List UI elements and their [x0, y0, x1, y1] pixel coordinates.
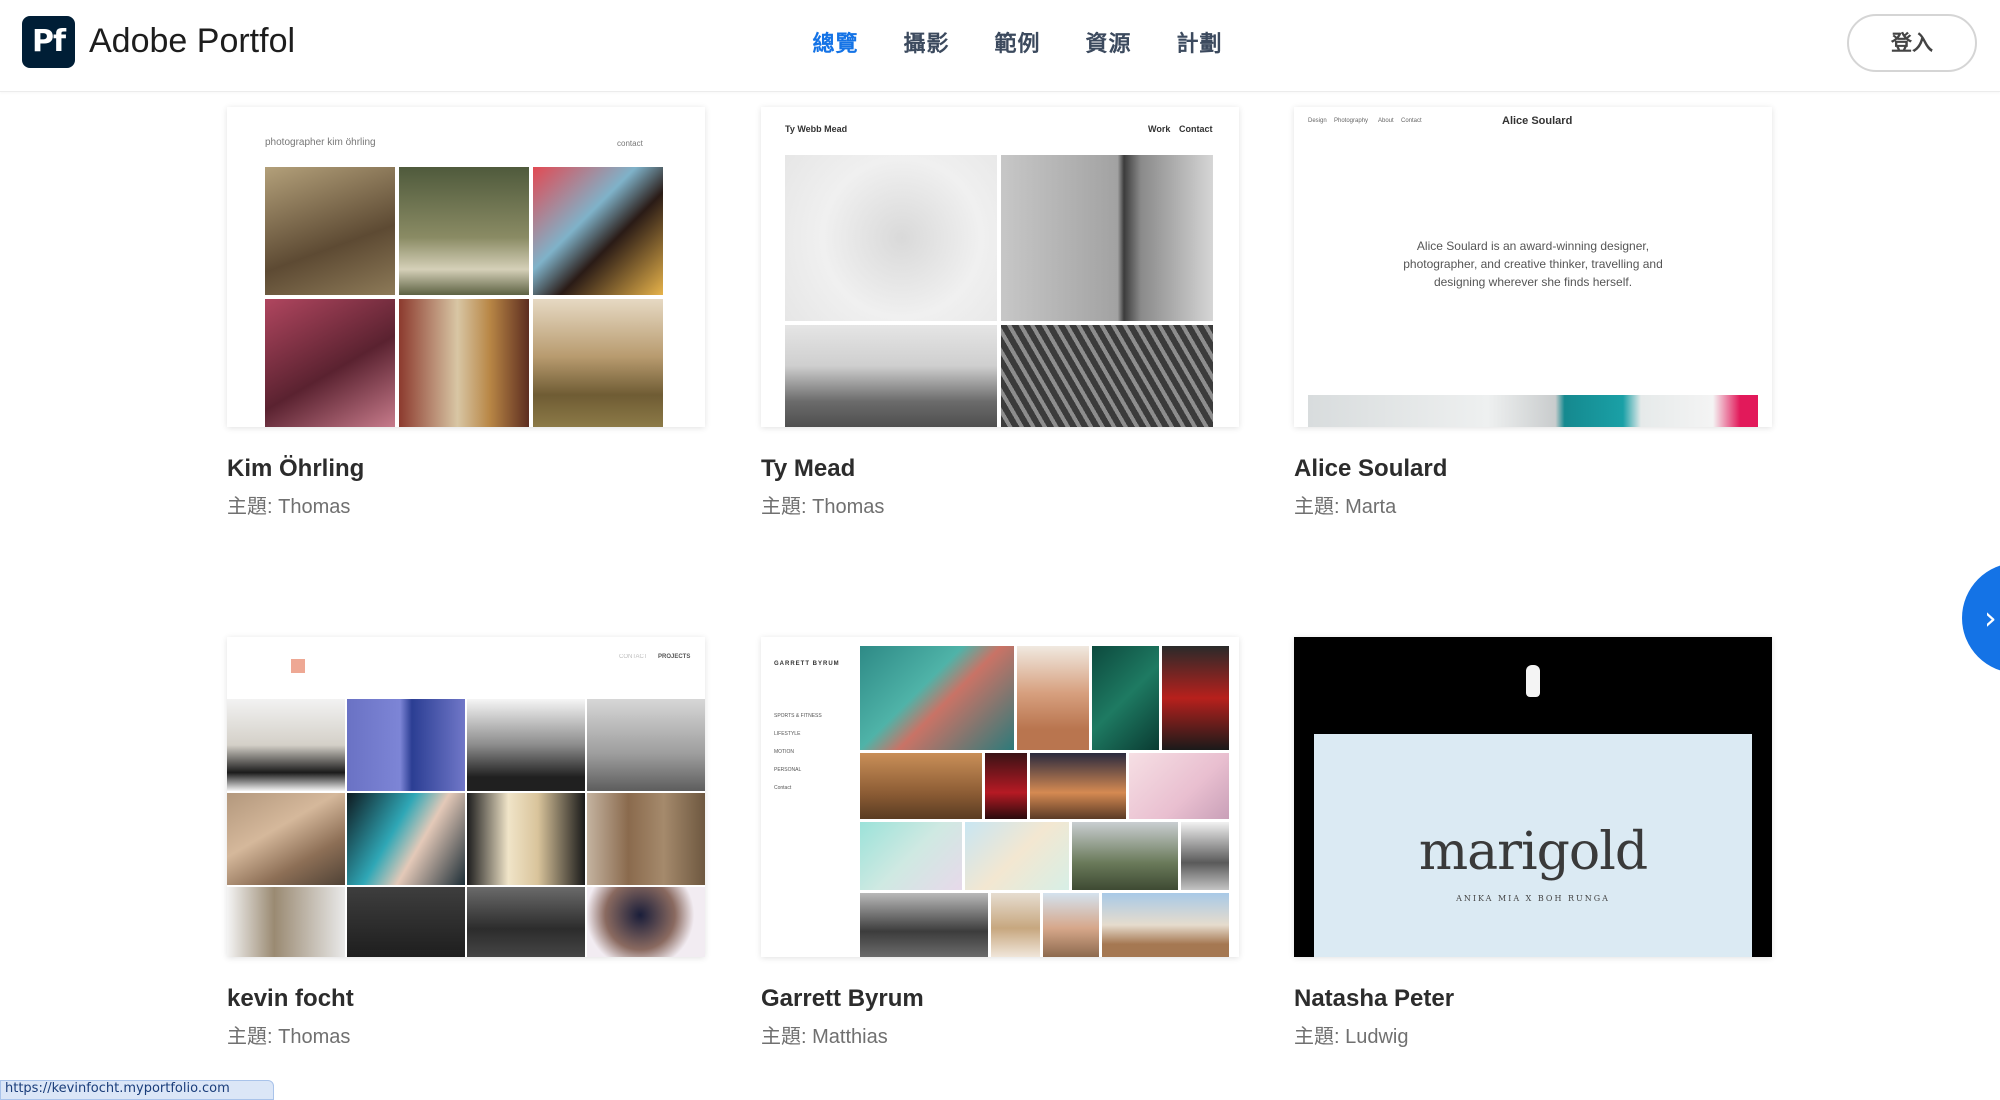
card-thumbnail[interactable]: GARRETT BYRUM SPORTS & FITNESS LIFESTYLE… — [761, 637, 1239, 957]
photo-tile — [467, 887, 585, 957]
photo-tile — [347, 699, 465, 791]
thumb-menu-contact: Contact — [1401, 118, 1422, 124]
card-thumbnail[interactable]: photographer kim öhrling contact — [227, 107, 705, 427]
photo-tile — [533, 299, 663, 427]
thumb-menu-contact: Contact — [1179, 124, 1213, 134]
photo-tile — [1102, 893, 1229, 957]
top-navigation-bar: Pf Adobe Portfol 總覽 攝影 範例 資源 計劃 登入 — [0, 0, 2000, 92]
photo-tile — [1181, 822, 1229, 890]
thumb-menu-lifestyle: LIFESTYLE — [774, 731, 801, 737]
thumb-menu-design: Design — [1308, 118, 1327, 124]
photo-tile — [1072, 822, 1178, 890]
chevron-right-icon: › — [1984, 599, 1997, 637]
card-theme: 主題: Ludwig — [1294, 1026, 1409, 1048]
photo-tile — [399, 299, 529, 427]
photo-tile — [227, 699, 345, 791]
photo-tile — [587, 887, 705, 957]
photo-tile — [227, 793, 345, 885]
card-theme: 主題: Thomas — [761, 496, 885, 518]
thumb-credit: ANIKA MIA X BOH RUNGA — [1456, 894, 1610, 903]
photo-tile — [965, 822, 1069, 890]
photo-tile — [227, 887, 345, 957]
hand-icon — [1526, 665, 1540, 697]
thumb-menu-motion: MOTION — [774, 749, 794, 755]
card-title[interactable]: kevin focht — [227, 985, 354, 1013]
card-title[interactable]: Garrett Byrum — [761, 985, 924, 1013]
photo-tile — [785, 325, 997, 427]
photo-tile — [265, 167, 395, 295]
next-arrow-button[interactable]: › — [1962, 563, 2000, 673]
thumb-menu-contact: CONTACT — [619, 654, 648, 660]
portfolio-logo[interactable]: Pf — [22, 16, 75, 68]
thumb-site-title: photographer kim öhrling — [265, 137, 376, 148]
thumb-bio-text: Alice Soulard is an award-winning design… — [1403, 239, 1663, 289]
thumb-menu-projects: PROJECTS — [658, 654, 691, 660]
photo-tile — [533, 167, 663, 295]
photo-tile — [1017, 646, 1089, 750]
photo-tile — [1043, 893, 1099, 957]
photo-tile — [587, 793, 705, 885]
main-nav: 總覽 攝影 範例 資源 計劃 — [790, 25, 1245, 65]
thumb-menu-contact: contact — [617, 139, 643, 148]
photo-tile — [785, 155, 997, 321]
thumb-menu-photography: Photography — [1334, 118, 1369, 124]
photo-tile — [347, 887, 465, 957]
card-thumbnail[interactable]: Design Photography About Contact Alice S… — [1294, 107, 1772, 427]
photo-tile — [1129, 753, 1229, 819]
photo-tile — [1001, 325, 1213, 427]
photo-tile — [1030, 753, 1126, 819]
card-thumbnail[interactable]: CONTACT PROJECTS — [227, 637, 705, 957]
login-button[interactable]: 登入 — [1847, 14, 1977, 72]
photo-tile — [860, 893, 988, 957]
photo-tile: marigold ANIKA MIA X BOH RUNGA — [1314, 734, 1752, 957]
photo-tile — [1092, 646, 1159, 750]
card-theme: 主題: Marta — [1294, 496, 1397, 518]
photo-tile — [347, 793, 465, 885]
photo-tile — [587, 699, 705, 791]
nav-resources[interactable]: 資源 — [1063, 25, 1154, 65]
thumb-menu-about: About — [1378, 118, 1394, 124]
card-theme: 主題: Thomas — [227, 496, 351, 518]
card-title[interactable]: Kim Öhrling — [227, 455, 364, 483]
thumb-menu-sports: SPORTS & FITNESS — [774, 713, 822, 719]
photo-tile — [860, 646, 1014, 750]
photo-tile — [399, 167, 529, 295]
photo-tile — [985, 753, 1027, 819]
thumb-wordmark: marigold — [1418, 822, 1648, 882]
nav-overview[interactable]: 總覽 — [790, 25, 881, 65]
photo-tile — [1308, 395, 1758, 427]
photo-tile — [1001, 155, 1213, 321]
thumb-logo-mark — [291, 659, 305, 673]
status-url-tooltip: https://kevinfocht.myportfolio.com — [0, 1080, 274, 1100]
photo-tile — [860, 822, 962, 890]
card-thumbnail[interactable]: Ty Webb Mead Work Contact — [761, 107, 1239, 427]
photo-tile — [467, 793, 585, 885]
card-title[interactable]: Natasha Peter — [1294, 985, 1454, 1013]
card-theme: 主題: Matthias — [761, 1026, 888, 1048]
photo-tile — [1162, 646, 1229, 750]
card-title[interactable]: Alice Soulard — [1294, 455, 1447, 483]
photo-tile — [860, 753, 982, 819]
card-title[interactable]: Ty Mead — [761, 455, 855, 483]
photo-tile — [265, 299, 395, 427]
nav-plans[interactable]: 計劃 — [1154, 25, 1245, 65]
thumb-site-title: GARRETT BYRUM — [774, 661, 840, 667]
thumb-menu-work: Work — [1148, 124, 1171, 134]
thumb-site-title: Ty Webb Mead — [785, 124, 848, 134]
photo-tile — [991, 893, 1040, 957]
thumb-menu-contact: Contact — [774, 785, 792, 791]
thumb-menu-personal: PERSONAL — [774, 767, 802, 773]
brand-name[interactable]: Adobe Portfol — [89, 18, 295, 64]
card-theme: 主題: Thomas — [227, 1026, 351, 1048]
photo-tile — [467, 699, 585, 791]
nav-examples[interactable]: 範例 — [972, 25, 1063, 65]
card-thumbnail[interactable]: marigold ANIKA MIA X BOH RUNGA — [1294, 637, 1772, 957]
thumb-site-title: Alice Soulard — [1502, 115, 1573, 127]
nav-photography[interactable]: 攝影 — [881, 25, 972, 65]
